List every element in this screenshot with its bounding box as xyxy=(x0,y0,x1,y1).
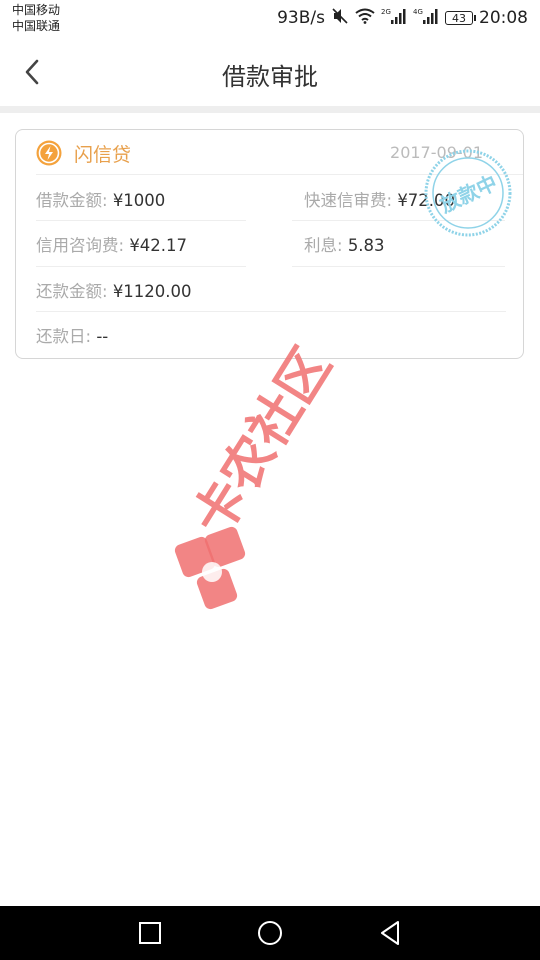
loan-amount-label: 借款金额: xyxy=(36,191,108,210)
row-divider xyxy=(36,266,246,267)
circle-icon xyxy=(258,921,282,945)
watermark: 卡农社区 xyxy=(174,340,343,610)
watermark-logo-icon xyxy=(174,526,246,610)
repayment-amount: 还款金额: ¥1120.00 xyxy=(36,278,192,302)
svg-text:4G: 4G xyxy=(413,8,423,16)
repayment-amount-label: 还款金额: xyxy=(36,282,108,301)
row-divider xyxy=(36,311,506,312)
lightning-icon xyxy=(36,140,62,166)
square-icon xyxy=(139,922,161,944)
net-speed: 93B/s xyxy=(277,8,325,28)
credit-consulting-fee-value: ¥42.17 xyxy=(129,236,188,255)
row-divider xyxy=(292,266,505,267)
recents-button[interactable] xyxy=(135,918,165,948)
stamp-text: 放款中 xyxy=(435,170,500,218)
signal-4g-icon: 4G xyxy=(413,7,439,30)
home-button[interactable] xyxy=(255,918,285,948)
interest-value: 5.83 xyxy=(347,236,385,255)
mute-icon xyxy=(331,7,349,30)
row-divider xyxy=(36,220,246,221)
page-title: 借款审批 xyxy=(222,63,318,91)
repayment-date: 还款日: -- xyxy=(36,323,108,347)
product-name: 闪信贷 xyxy=(74,144,132,166)
credit-consulting-fee-label: 信用咨询费: xyxy=(36,236,125,255)
status-indicators: 93B/s 2G 4G 43 20:08 xyxy=(277,7,528,30)
repayment-amount-value: ¥1120.00 xyxy=(112,282,192,301)
fast-review-fee-label: 快速信审费: xyxy=(304,191,393,210)
credit-consulting-fee: 信用咨询费: ¥42.17 xyxy=(36,232,187,256)
triangle-back-icon xyxy=(381,921,399,945)
status-bar: 中国移动 中国联通 93B/s 2G 4G 43 20:08 xyxy=(0,0,540,40)
loan-amount: 借款金额: ¥1000 xyxy=(36,187,165,211)
header-divider xyxy=(0,106,540,113)
disbursing-stamp: 放款中 xyxy=(424,149,512,237)
carrier-2: 中国联通 xyxy=(12,19,61,33)
loan-amount-value: ¥1000 xyxy=(112,191,166,210)
carrier-1: 中国移动 xyxy=(12,3,61,17)
clock: 20:08 xyxy=(479,8,528,28)
signal-2g-icon: 2G xyxy=(381,7,407,30)
watermark-text: 卡农社区 xyxy=(182,340,343,546)
battery-icon: 43 xyxy=(445,11,476,25)
repayment-date-value: -- xyxy=(96,327,109,346)
interest: 利息: 5.83 xyxy=(304,232,385,256)
svg-text:2G: 2G xyxy=(381,8,391,16)
system-nav-bar xyxy=(0,906,540,960)
app-header: 借款审批 xyxy=(0,40,540,106)
back-nav-button[interactable] xyxy=(375,918,405,948)
wifi-icon xyxy=(355,8,375,29)
interest-label: 利息: xyxy=(304,236,343,255)
repayment-date-label: 还款日: xyxy=(36,327,92,346)
